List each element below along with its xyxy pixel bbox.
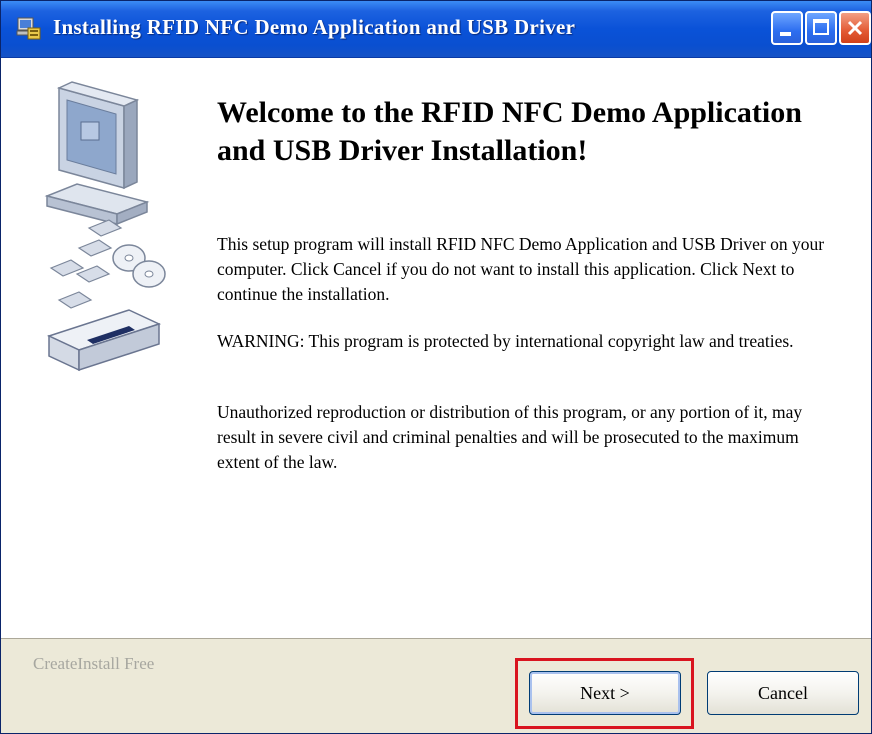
next-button[interactable]: Next > — [529, 671, 681, 715]
title-bar[interactable]: Installing RFID NFC Demo Application and… — [1, 1, 871, 58]
welcome-heading: Welcome to the RFID NFC Demo Application… — [217, 96, 802, 167]
computer-install-illustration — [44, 81, 166, 372]
window-title: Installing RFID NFC Demo Application and… — [53, 15, 576, 39]
close-icon — [847, 20, 863, 36]
maximize-button[interactable] — [805, 11, 837, 45]
intro-paragraph: This setup program will install RFID NFC… — [217, 234, 825, 304]
brand-label: CreateInstall Free — [33, 654, 155, 673]
welcome-panel: Welcome to the RFID NFC Demo Application… — [1, 58, 871, 638]
installer-window: Installing RFID NFC Demo Application and… — [0, 0, 872, 734]
legal-paragraph: Unauthorized reproduction or distributio… — [217, 402, 803, 472]
close-button[interactable] — [839, 11, 871, 45]
installer-icon — [15, 14, 43, 42]
cancel-button[interactable]: Cancel — [707, 671, 859, 715]
minimize-button[interactable] — [771, 11, 803, 45]
warning-paragraph: WARNING: This program is protected by in… — [217, 331, 794, 351]
button-bar: CreateInstall Free Next > Cancel — [1, 638, 871, 733]
